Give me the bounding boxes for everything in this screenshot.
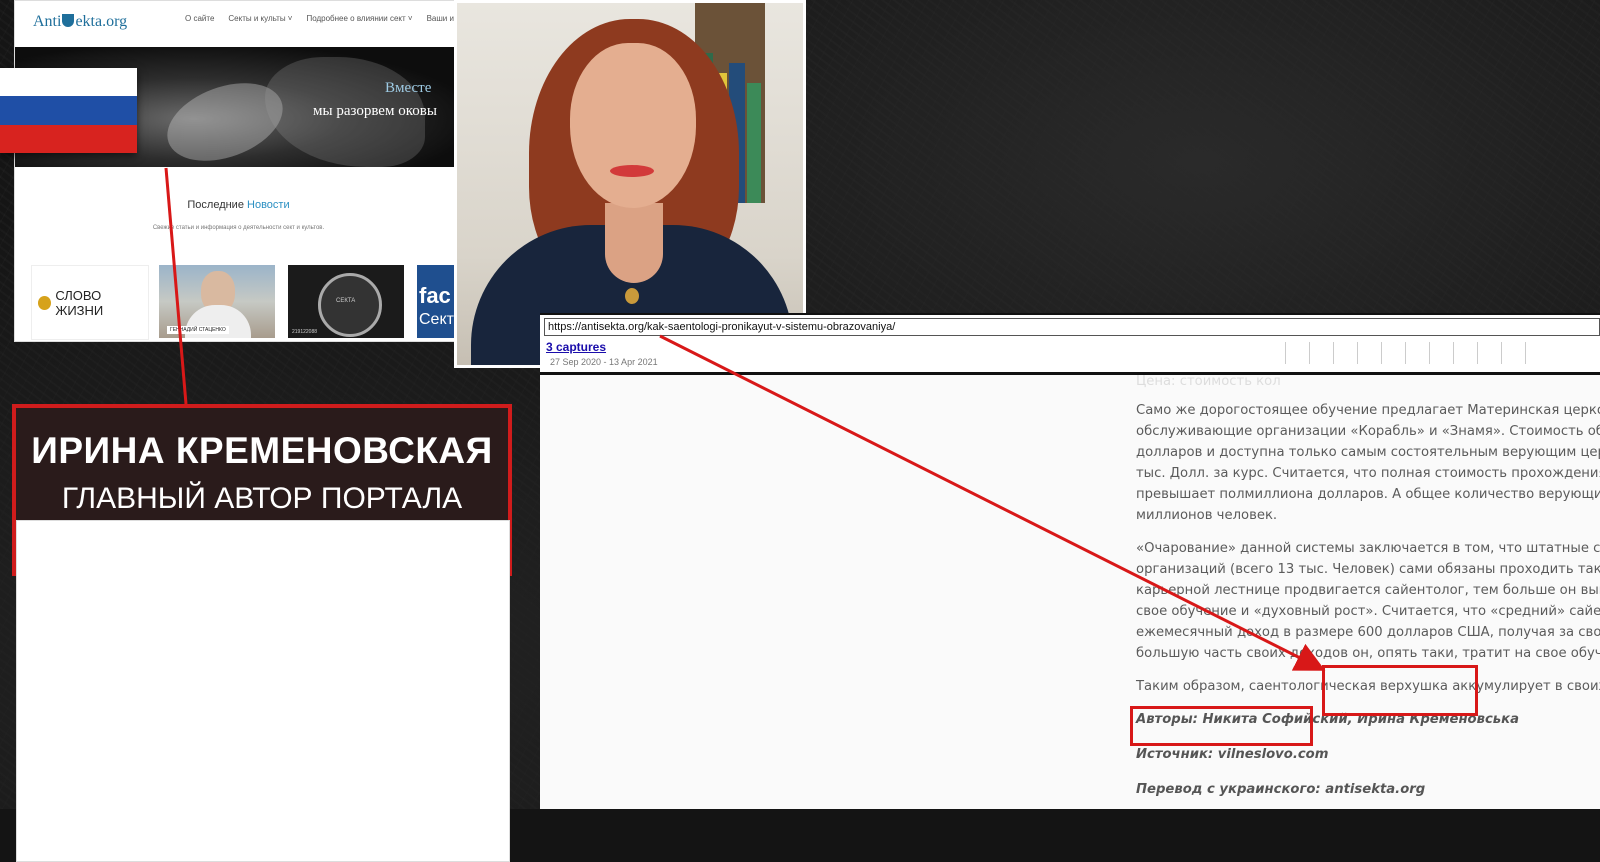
arrow-url-to-author: [659, 334, 1326, 671]
annotation-arrows: [164, 167, 1326, 671]
connector-line-plate: [164, 167, 188, 405]
